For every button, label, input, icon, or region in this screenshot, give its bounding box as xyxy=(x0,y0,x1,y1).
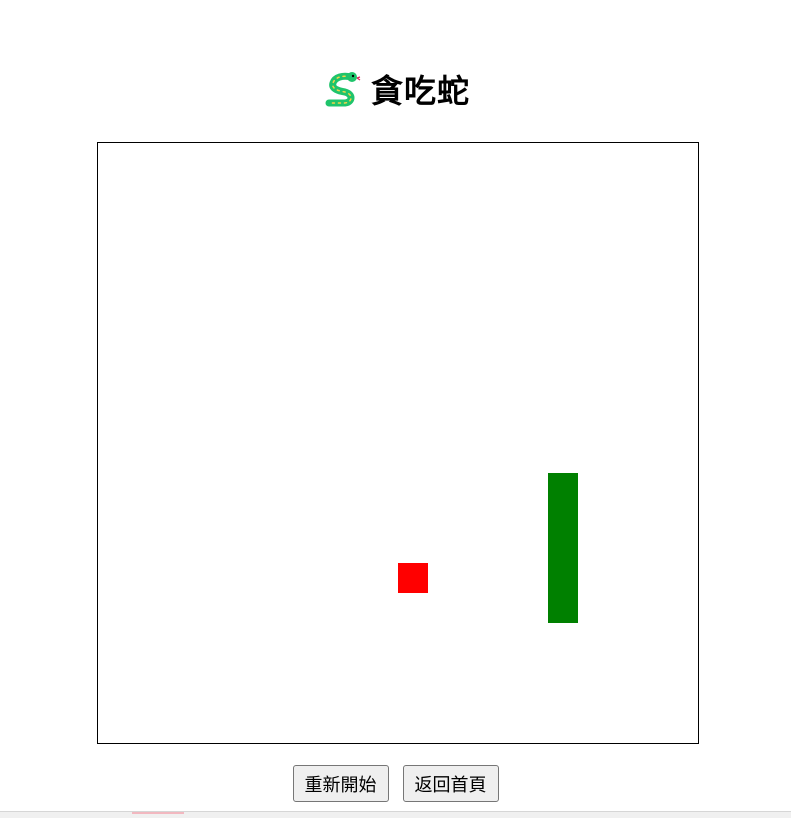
food xyxy=(398,563,428,593)
home-button[interactable]: 返回首頁 xyxy=(402,765,499,802)
page-title: 貪吃蛇 xyxy=(370,72,470,110)
bottom-edge-marker xyxy=(132,812,184,814)
controls: 重新開始 返回首頁 xyxy=(0,765,791,803)
snake-segment xyxy=(548,503,578,533)
snake-game-page: 貪吃蛇 重新開始 返回首頁 xyxy=(0,0,791,818)
title-row: 貪吃蛇 xyxy=(0,66,791,112)
snake-icon xyxy=(321,69,361,109)
snake-segment xyxy=(548,563,578,593)
restart-button[interactable]: 重新開始 xyxy=(292,765,389,802)
snake-segment xyxy=(548,593,578,623)
snake-segment xyxy=(548,533,578,563)
snake-head xyxy=(548,473,578,503)
game-board-canvas xyxy=(398,473,578,623)
bottom-edge-bar xyxy=(0,811,791,818)
game-board[interactable] xyxy=(97,142,699,744)
